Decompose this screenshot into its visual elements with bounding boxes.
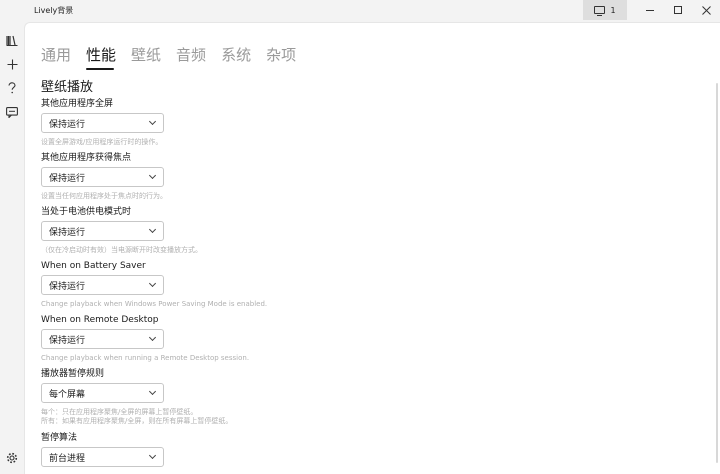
plus-icon[interactable] <box>4 56 20 72</box>
section-title: 壁纸播放 <box>41 80 94 95</box>
setting-description: Change playback when running a Remote De… <box>41 354 250 362</box>
scrollbar[interactable] <box>716 83 718 463</box>
setting-description: 设置当任何应用程序处于焦点时的行为。 <box>41 192 167 200</box>
question-icon[interactable] <box>4 80 20 96</box>
setting-pause-rule: 播放器暂停规则 每个屏幕 每个：只在应用程序聚焦/全屏的屏幕上暂停壁纸。 所有：… <box>41 368 232 426</box>
setting-remote-desktop: When on Remote Desktop 保持运行 Change playb… <box>41 314 249 363</box>
setting-label: 其他应用程序全屏 <box>41 99 114 109</box>
monitor-select-button[interactable]: 1 <box>583 0 627 20</box>
gear-icon[interactable] <box>4 450 20 466</box>
chevron-down-icon <box>148 451 157 460</box>
dropdown-value: 保持运行 <box>49 173 86 184</box>
setting-description: 每个：只在应用程序聚焦/全屏的屏幕上暂停壁纸。 所有：如果有应用程序聚焦/全屏，… <box>41 408 233 425</box>
remote-desktop-dropdown[interactable]: 保持运行 <box>41 329 164 349</box>
settings-tabs: 通用 性能 壁纸 音频 系统 杂项 <box>41 45 311 70</box>
setting-battery-saver: When on Battery Saver 保持运行 Change playba… <box>41 260 267 309</box>
monitor-number: 1 <box>610 5 616 15</box>
tab-general[interactable]: 通用 <box>41 45 71 65</box>
tab-wallpaper[interactable]: 壁纸 <box>131 45 161 65</box>
app-title: Lively背景 <box>34 6 74 15</box>
setting-battery: 当处于电池供电模式时 保持运行 （仅在冷启动时有效）当电源断开时改变播放方式。 <box>41 206 202 255</box>
setting-label: 暂停算法 <box>41 433 78 443</box>
settings-content: 通用 性能 壁纸 音频 系统 杂项 壁纸播放 其他应用程序全屏 保持运行 设置全… <box>24 22 720 474</box>
minimize-icon <box>646 9 654 11</box>
dropdown-value: 前台进程 <box>49 453 86 464</box>
sidebar <box>0 22 24 474</box>
chevron-down-icon <box>148 117 157 126</box>
setting-description: Change playback when Windows Power Savin… <box>41 300 268 308</box>
setting-fullscreen: 其他应用程序全屏 保持运行 设置全屏游戏/应用程序运行时的操作。 <box>41 98 164 147</box>
pause-algorithm-dropdown[interactable]: 前台进程 <box>41 447 164 467</box>
dropdown-value: 保持运行 <box>49 119 86 130</box>
tab-misc[interactable]: 杂项 <box>266 45 296 65</box>
close-icon <box>701 5 711 15</box>
maximize-icon <box>674 6 682 14</box>
setting-label: 播放器暂停规则 <box>41 369 105 379</box>
close-button[interactable] <box>691 0 720 20</box>
setting-label: When on Battery Saver <box>41 261 146 271</box>
chevron-down-icon <box>148 279 157 288</box>
tab-performance[interactable]: 性能 <box>86 45 116 70</box>
chevron-down-icon <box>148 387 157 396</box>
dropdown-value: 保持运行 <box>49 227 86 238</box>
setting-label: 其他应用程序获得焦点 <box>41 153 132 163</box>
setting-label: 当处于电池供电模式时 <box>41 207 132 217</box>
chevron-down-icon <box>148 225 157 234</box>
setting-focus: 其他应用程序获得焦点 保持运行 设置当任何应用程序处于焦点时的行为。 <box>41 152 167 201</box>
monitor-icon <box>594 6 606 16</box>
setting-pause-algorithm: 暂停算法 前台进程 <box>41 432 164 467</box>
battery-dropdown[interactable]: 保持运行 <box>41 221 164 241</box>
dropdown-value: 保持运行 <box>49 281 86 292</box>
tab-audio[interactable]: 音频 <box>176 45 206 65</box>
minimize-button[interactable] <box>635 0 665 20</box>
fullscreen-dropdown[interactable]: 保持运行 <box>41 113 164 133</box>
setting-description: 设置全屏游戏/应用程序运行时的操作。 <box>41 138 163 146</box>
dropdown-value: 保持运行 <box>49 335 86 346</box>
pause-rule-dropdown[interactable]: 每个屏幕 <box>41 383 164 403</box>
maximize-button[interactable] <box>663 0 693 20</box>
chevron-down-icon <box>148 333 157 342</box>
chat-icon[interactable] <box>4 104 20 120</box>
chevron-down-icon <box>148 171 157 180</box>
focus-dropdown[interactable]: 保持运行 <box>41 167 164 187</box>
title-bar: Lively背景 1 <box>0 0 720 22</box>
library-icon[interactable] <box>4 32 20 48</box>
setting-description: （仅在冷启动时有效）当电源断开时改变播放方式。 <box>41 246 202 254</box>
setting-label: When on Remote Desktop <box>41 315 159 325</box>
dropdown-value: 每个屏幕 <box>49 389 86 400</box>
battery-saver-dropdown[interactable]: 保持运行 <box>41 275 164 295</box>
tab-system[interactable]: 系统 <box>221 45 251 65</box>
